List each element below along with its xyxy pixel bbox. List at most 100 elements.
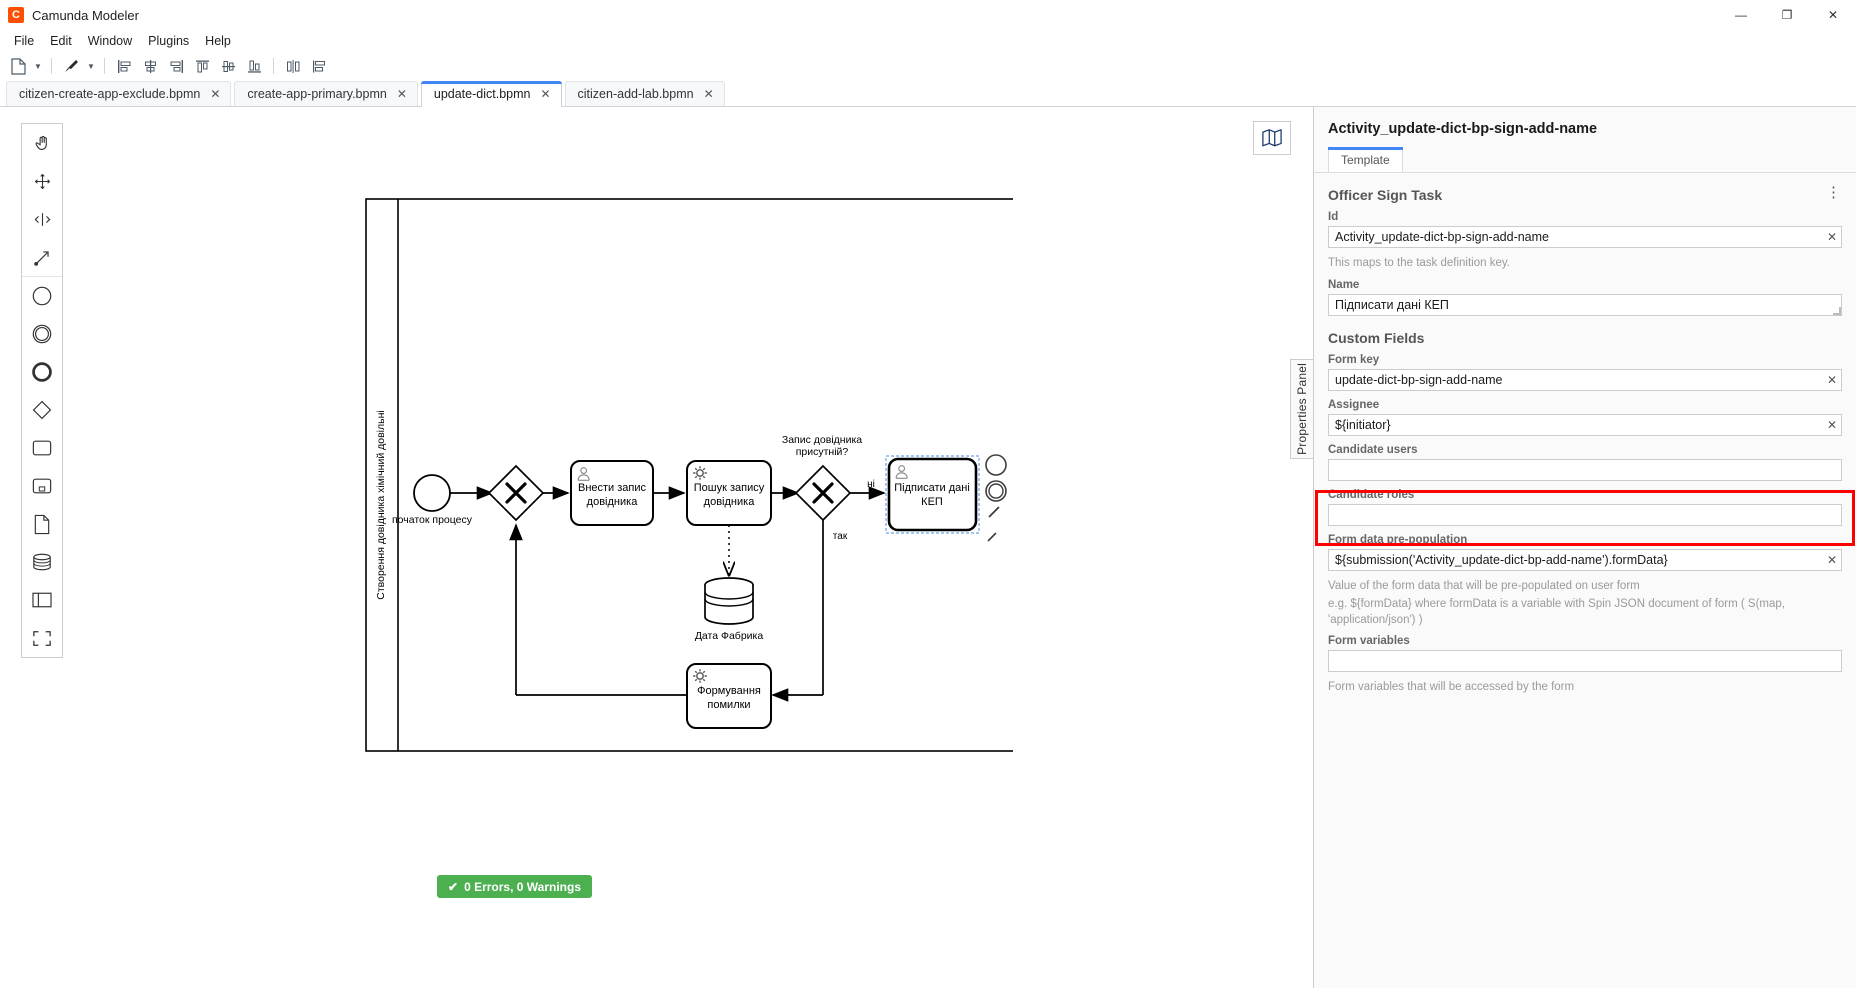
svg-text:КЕП: КЕП bbox=[921, 496, 943, 508]
deploy-caret-icon[interactable]: ▼ bbox=[85, 55, 97, 77]
form-key-clear-icon[interactable]: ✕ bbox=[1827, 372, 1837, 388]
form-key-input[interactable] bbox=[1328, 368, 1842, 391]
exclusive-gateway-2-label: Запис довідника bbox=[782, 434, 862, 446]
distribute-horizontal-icon[interactable] bbox=[281, 55, 305, 77]
start-event bbox=[413, 474, 451, 512]
name-resize-handle[interactable] bbox=[1833, 306, 1841, 315]
form-data-pre-population-hint: Value of the form data that will be pre-… bbox=[1328, 579, 1640, 592]
id-field-wrap: ✕ bbox=[1328, 226, 1842, 248]
tab-create-app-primary[interactable]: create-app-primary.bpmn ✕ bbox=[234, 81, 418, 106]
distribute-vertical-icon[interactable] bbox=[307, 55, 331, 77]
menu-item-window[interactable]: Window bbox=[80, 32, 140, 50]
name-input[interactable] bbox=[1328, 293, 1842, 316]
tab-update-dict[interactable]: update-dict.bpmn ✕ bbox=[420, 81, 562, 107]
data-store-reference bbox=[704, 577, 754, 625]
tab-template[interactable]: Template bbox=[1328, 147, 1403, 172]
toolbar-separator-2 bbox=[104, 58, 105, 74]
svg-text:довідника: довідника bbox=[704, 496, 756, 508]
properties-panel-toggle[interactable]: Properties Panel bbox=[1290, 359, 1313, 459]
map-icon bbox=[1262, 129, 1282, 147]
svg-text:довідника: довідника bbox=[587, 496, 639, 508]
menu-item-plugins[interactable]: Plugins bbox=[140, 32, 197, 50]
tab-close-icon[interactable]: ✕ bbox=[210, 88, 220, 100]
assignee-label: Assignee bbox=[1328, 398, 1380, 411]
form-key-label: Form key bbox=[1328, 353, 1380, 366]
minimap-toggle-button[interactable] bbox=[1253, 121, 1291, 155]
new-diagram-icon[interactable] bbox=[6, 55, 30, 77]
tab-citizen-create-app-exclude[interactable]: citizen-create-app-exclude.bpmn ✕ bbox=[6, 81, 232, 106]
assignee-input[interactable] bbox=[1328, 413, 1842, 436]
app-title: Camunda Modeler bbox=[32, 7, 139, 23]
menu-item-help[interactable]: Help bbox=[197, 32, 239, 50]
properties-body: Officer Sign Task ⋮ Id ✕ This maps to th… bbox=[1314, 173, 1856, 696]
flow-label-yes: так bbox=[833, 531, 848, 542]
start-event-label: початок процесу bbox=[392, 514, 473, 526]
template-name: Officer Sign Task bbox=[1328, 187, 1443, 203]
properties-panel: Activity_update-dict-bp-sign-add-name Te… bbox=[1313, 107, 1856, 988]
check-icon: ✔ bbox=[448, 879, 459, 894]
pool-label: Створення довідника хімічний довільні bbox=[375, 410, 387, 599]
tab-citizen-add-lab[interactable]: citizen-add-lab.bpmn ✕ bbox=[564, 81, 725, 106]
align-center-icon[interactable] bbox=[138, 55, 162, 77]
properties-panel-toggle-label: Properties Panel bbox=[1295, 363, 1309, 455]
bpmn-canvas[interactable]: Створення довідника хімічний довільні по… bbox=[0, 107, 1313, 988]
toolbar-separator-3 bbox=[273, 58, 274, 74]
candidate-roles-input[interactable] bbox=[1328, 503, 1842, 526]
candidate-users-input[interactable] bbox=[1328, 458, 1842, 481]
service-task-2-label: Формування bbox=[697, 685, 761, 697]
user-task-1-label: Внести запис bbox=[578, 482, 647, 494]
form-variables-label: Form variables bbox=[1328, 635, 1410, 648]
data-store-label: Дата Фабрика bbox=[695, 630, 764, 642]
user-task-2 bbox=[887, 457, 978, 532]
candidate-roles-field-wrap bbox=[1328, 503, 1842, 526]
tab-template-label: Template bbox=[1341, 153, 1390, 167]
custom-fields-title: Custom Fields bbox=[1328, 329, 1425, 346]
toolbar-separator bbox=[51, 58, 52, 74]
assignee-clear-icon[interactable]: ✕ bbox=[1827, 417, 1837, 433]
minimize-button[interactable]: — bbox=[1718, 0, 1764, 30]
maximize-button[interactable]: ❐ bbox=[1764, 0, 1810, 30]
deploy-icon[interactable] bbox=[59, 55, 83, 77]
menu-item-edit[interactable]: Edit bbox=[42, 32, 80, 50]
align-top-icon[interactable] bbox=[190, 55, 214, 77]
user-task-2-label: Підписати дані bbox=[894, 482, 970, 494]
align-left-icon[interactable] bbox=[112, 55, 136, 77]
close-button[interactable]: ✕ bbox=[1810, 0, 1856, 30]
tab-close-icon[interactable]: ✕ bbox=[540, 88, 550, 100]
tab-label: create-app-primary.bpmn bbox=[247, 87, 387, 101]
page-title: Activity_update-dict-bp-sign-add-name bbox=[1328, 121, 1598, 137]
candidate-roles-label: Candidate roles bbox=[1328, 488, 1415, 501]
form-data-pre-population-input[interactable] bbox=[1328, 548, 1842, 571]
align-bottom-icon[interactable] bbox=[242, 55, 266, 77]
window-controls: — ❐ ✕ bbox=[1718, 0, 1856, 30]
new-diagram-caret-icon[interactable]: ▼ bbox=[32, 55, 44, 77]
form-variables-hint: Form variables that will be accessed by … bbox=[1328, 681, 1575, 694]
align-right-icon[interactable] bbox=[164, 55, 188, 77]
tab-close-icon[interactable]: ✕ bbox=[704, 88, 714, 100]
form-key-field-wrap: ✕ bbox=[1328, 368, 1842, 391]
candidate-users-field-wrap bbox=[1328, 458, 1842, 481]
tab-close-icon[interactable]: ✕ bbox=[397, 88, 407, 100]
svg-text:помилки: помилки bbox=[707, 699, 750, 711]
form-data-pre-population-clear-icon[interactable]: ✕ bbox=[1827, 552, 1837, 568]
bpmn-diagram[interactable]: Створення довідника хімічний довільні по… bbox=[0, 107, 1013, 988]
tab-label: citizen-create-app-exclude.bpmn bbox=[19, 87, 201, 101]
id-clear-icon[interactable]: ✕ bbox=[1827, 229, 1837, 245]
properties-tab-strip: Template bbox=[1314, 147, 1856, 173]
editor-tab-bar: citizen-create-app-exclude.bpmn ✕ create… bbox=[0, 80, 1856, 107]
flow-label-no: ні bbox=[867, 479, 875, 490]
align-middle-icon[interactable] bbox=[216, 55, 240, 77]
candidate-users-label: Candidate users bbox=[1328, 443, 1418, 456]
workspace: Створення довідника хімічний довільні по… bbox=[0, 107, 1856, 988]
name-field-wrap bbox=[1328, 293, 1842, 316]
name-label: Name bbox=[1328, 278, 1360, 291]
form-data-pre-population-hint-2: e.g. ${formData} where formData is a var… bbox=[1328, 598, 1785, 626]
id-input[interactable] bbox=[1328, 226, 1842, 248]
app-logo-icon: C bbox=[8, 7, 24, 23]
menu-item-file[interactable]: File bbox=[6, 32, 42, 50]
menu-bar: File Edit Window Plugins Help bbox=[0, 30, 1856, 52]
form-data-pre-population-label: Form data pre-population bbox=[1328, 533, 1468, 546]
vertical-dots-icon[interactable]: ⋮ bbox=[1826, 185, 1842, 200]
context-pad bbox=[985, 454, 1007, 542]
form-variables-input[interactable] bbox=[1328, 650, 1842, 673]
